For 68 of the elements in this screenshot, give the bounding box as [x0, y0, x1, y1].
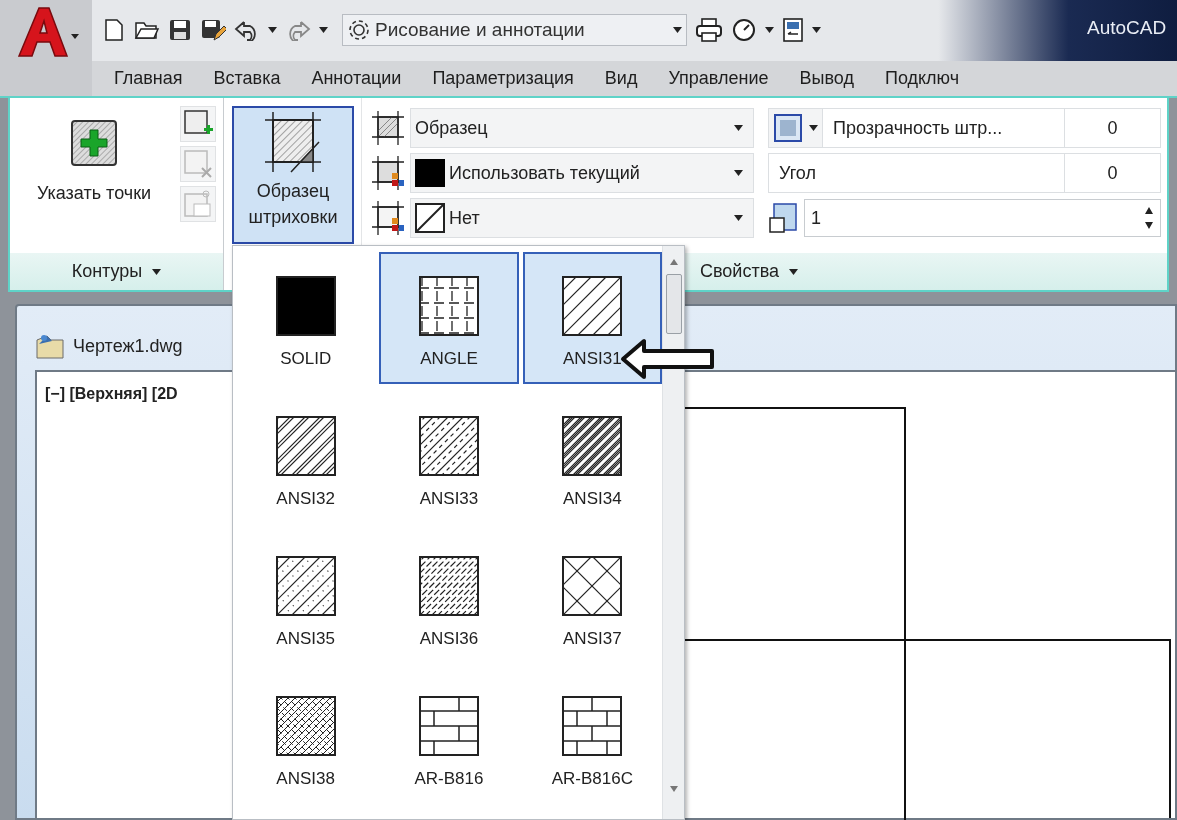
caret-icon[interactable] [319, 27, 328, 34]
transparency-field[interactable]: Прозрачность штр... 0 [822, 109, 1160, 147]
hatch-add-point-icon [69, 118, 119, 168]
caret-icon[interactable] [673, 27, 682, 34]
ribbon-tab[interactable]: Вид [604, 64, 638, 92]
scale-icon [768, 202, 798, 234]
save-as-icon[interactable] [200, 18, 226, 43]
hatch-swatch-icon [419, 696, 479, 756]
application-button[interactable] [0, 0, 92, 96]
document-tab[interactable]: Чертеж1.dwg [35, 332, 183, 360]
hatch-swatch-icon [275, 416, 336, 476]
hatch-swatch-icon [562, 556, 623, 616]
hatch-swatch-icon [419, 276, 479, 336]
hatch-swatch-icon [275, 556, 336, 616]
hatch-swatch-icon [275, 696, 336, 756]
caret-icon[interactable] [152, 268, 162, 275]
hatch-color-icon [372, 156, 404, 190]
hatch-type-icon [372, 111, 404, 145]
ribbon-tab[interactable]: Параметризация [432, 64, 574, 92]
ribbon-tab[interactable]: Вставка [213, 64, 281, 92]
printer-icon[interactable] [695, 17, 723, 44]
viewport-label[interactable]: [−] [Верхняя] [2D [45, 382, 178, 406]
window-title: AutoCAD [1087, 16, 1168, 40]
hatch-dropdown[interactable]: Нет [410, 198, 754, 238]
contours-panel-label[interactable]: Контуры [10, 253, 223, 290]
caret-icon[interactable] [812, 27, 821, 34]
remove-boundary-icon [182, 148, 214, 180]
background-color-icon [372, 201, 404, 235]
panel-icon[interactable] [782, 17, 804, 44]
caret-icon[interactable] [734, 170, 743, 176]
pick-points-button[interactable]: Указать точки [14, 106, 174, 253]
angle-field[interactable]: Угол 0 [768, 153, 1161, 193]
caret-icon[interactable] [765, 27, 774, 34]
ribbon-tool-button[interactable] [180, 106, 216, 142]
ribbon-tab[interactable]: Аннотации [311, 64, 402, 92]
caret-icon[interactable] [789, 268, 799, 275]
gauge-icon[interactable] [731, 17, 757, 44]
pattern-item[interactable]: ANSI31 [522, 252, 662, 384]
caret-icon[interactable] [268, 27, 277, 34]
hatch-swatch-icon [419, 416, 479, 476]
hatch-pattern-button[interactable]: Образец штриховки [232, 106, 354, 244]
gear-icon [347, 18, 371, 43]
hatch-dropdown[interactable]: Образец [410, 108, 754, 148]
workspace-dropdown[interactable]: Рисование и аннотации [342, 14, 687, 47]
scroll-thumb[interactable] [665, 274, 682, 334]
scrollbar[interactable] [662, 246, 684, 819]
save-icon[interactable] [168, 18, 192, 43]
hatch-dropdown[interactable]: Использовать текущий [410, 153, 754, 193]
hatch-swatch-icon [275, 276, 336, 336]
ribbon-tab[interactable]: Главная [114, 64, 183, 92]
ribbon-tab[interactable]: Управление [668, 64, 769, 92]
hatch-swatch-icon [562, 416, 623, 476]
hatch-swatch-icon [562, 696, 623, 756]
no-color-swatch-icon [415, 203, 445, 233]
caret-icon[interactable] [734, 215, 743, 221]
new-file-icon[interactable] [102, 18, 126, 43]
caret-icon[interactable] [809, 125, 818, 131]
caret-icon[interactable] [734, 125, 743, 131]
scale-field[interactable]: 1 [804, 199, 1161, 237]
ribbon-tab[interactable]: Подключ [884, 64, 960, 92]
pattern-item[interactable]: ANGLE [379, 252, 519, 384]
hatch-swatch-icon [562, 276, 623, 336]
transparency-icon [773, 113, 803, 143]
color-swatch [415, 159, 445, 187]
ribbon-tab[interactable]: Вывод [799, 64, 854, 92]
recreate-boundary-icon [182, 188, 214, 220]
drawing-file-icon [35, 332, 65, 360]
hatch-swatch-icon [419, 556, 479, 616]
